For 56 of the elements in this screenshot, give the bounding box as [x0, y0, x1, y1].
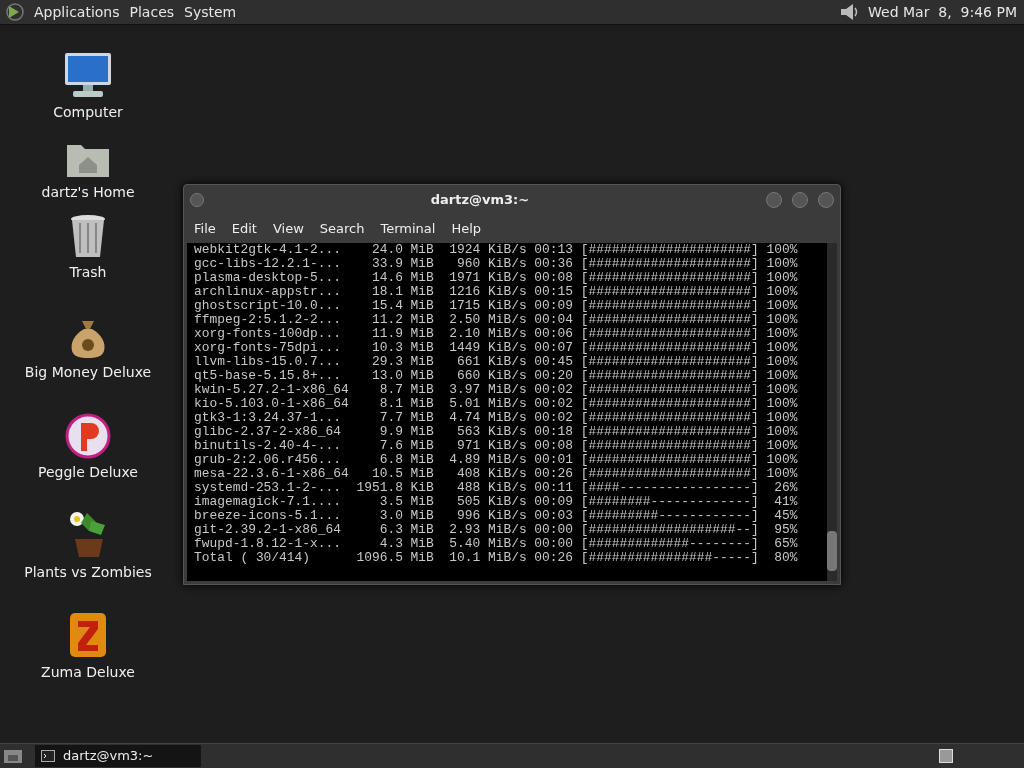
desktop-icon-label[interactable]: Computer — [53, 102, 123, 123]
terminal-line: ghostscript-10.0... 15.4 MiB 1715 KiB/s 00:09 [#####################] 100% — [194, 299, 799, 313]
terminal-line: webkit2gtk-4.1-2... 24.0 MiB 1924 KiB/s 00:13 [#####################] 100% — [194, 243, 799, 257]
terminal-line: grub-2:2.06.r456... 6.8 MiB 4.89 MiB/s 00:01 [#####################] 100% — [194, 453, 799, 467]
logo-icon — [4, 2, 26, 22]
terminal-line: gtk3-1:3.24.37-1... 7.7 MiB 4.74 MiB/s 00:02 [#####################] 100% — [194, 411, 799, 425]
window-title: dartz@vm3:~ — [429, 191, 531, 210]
panel-menu[interactable]: Applications — [30, 1, 124, 23]
window-menu-button[interactable] — [190, 193, 204, 207]
menu-item[interactable]: File — [189, 219, 221, 239]
desktop-icon-label[interactable]: Peggle Deluxe — [38, 462, 138, 483]
terminal-line: fwupd-1.8.12-1-x... 4.3 MiB 5.40 MiB/s 00:00 [#############--------] 65% — [194, 537, 799, 551]
maximize-button[interactable] — [792, 192, 808, 208]
show-desktop-icon[interactable] — [3, 748, 23, 764]
scrollbar[interactable] — [827, 243, 837, 581]
terminal-icon — [41, 750, 55, 762]
terminal-line: qt5-base-5.15.8+... 13.0 MiB 660 KiB/s 00:20 [#####################] 100% — [194, 369, 799, 383]
terminal-line: xorg-fonts-100dp... 11.9 MiB 2.10 MiB/s 00:06 [#####################] 100% — [194, 327, 799, 341]
workspace-switcher[interactable] — [939, 749, 953, 763]
clock[interactable]: Wed Mar 8, 9:46 PM — [868, 1, 1017, 23]
terminal-line: systemd-253.1-2-... 1951.8 KiB 488 KiB/s 00:11 [####-----------------] 26% — [194, 481, 799, 495]
close-button[interactable] — [818, 192, 834, 208]
terminal-line: llvm-libs-15.0.7... 29.3 MiB 661 KiB/s 00:45 [#####################] 100% — [194, 355, 799, 369]
desktop-icon-label[interactable]: Zuma Deluxe — [41, 662, 135, 683]
menu-item[interactable]: Edit — [226, 219, 262, 239]
desktop-icon-label[interactable]: Big Money Deluxe — [24, 362, 152, 383]
minimize-button[interactable] — [766, 192, 782, 208]
menu-item[interactable]: Terminal — [375, 219, 441, 239]
terminal-line: archlinux-appstr... 18.1 MiB 1216 KiB/s 00:15 [#####################] 100% — [194, 285, 799, 299]
desktop-icon-label[interactable]: dartz's Home — [41, 182, 135, 203]
desktop-icon-label[interactable]: Plants vs Zombies — [24, 562, 152, 583]
menu-item[interactable]: Search — [314, 219, 370, 239]
stone-block-icon — [68, 611, 108, 659]
terminal-line: breeze-icons-5.1... 3.0 MiB 996 KiB/s 00:03 [#########------------] 45% — [194, 509, 799, 523]
terminal-line: glibc-2.37-2-x86_64 9.9 MiB 563 KiB/s 00:18 [#####################] 100% — [194, 425, 799, 439]
taskbar-button[interactable]: dartz@vm3:~ — [35, 745, 201, 767]
terminal-line: Total ( 30/414) 1096.5 MiB 10.1 MiB/s 00:26 [################-----] 80% — [194, 551, 799, 565]
terminal-line: ffmpeg-2:5.1.2-2... 11.2 MiB 2.50 MiB/s 00:04 [#####################] 100% — [194, 313, 799, 327]
terminal-line: git-2.39.2-1-x86_64 6.3 MiB 2.93 MiB/s 00:00 [###################--] 95% — [194, 523, 799, 537]
terminal-line: imagemagick-7.1.... 3.5 MiB 505 KiB/s 00:09 [########-------------] 41% — [194, 495, 799, 509]
terminal-line: kwin-5.27.2-1-x86_64 8.7 MiB 3.97 MiB/s 00:02 [#####################] 100% — [194, 383, 799, 397]
terminal-line: gcc-libs-12.2.1-... 33.9 MiB 960 KiB/s 00:36 [#####################] 100% — [194, 257, 799, 271]
scrollbar-thumb[interactable] — [827, 531, 837, 571]
terminal-line: xorg-fonts-75dpi... 10.3 MiB 1449 KiB/s 00:07 [#####################] 100% — [194, 341, 799, 355]
ball-icon — [65, 413, 111, 459]
panel-menu[interactable]: System — [180, 1, 241, 23]
terminal-line: kio-5.103.0-1-x86_64 8.1 MiB 5.01 MiB/s 00:02 [#####################] 100% — [194, 397, 799, 411]
terminal-line: binutils-2.40-4-... 7.6 MiB 971 KiB/s 00:08 [#####################] 100% — [194, 439, 799, 453]
panel-menu[interactable]: Places — [125, 1, 179, 23]
terminal-line: mesa-22.3.6-1-x86_64 10.5 MiB 408 KiB/s 00:26 [#####################] 100% — [194, 467, 799, 481]
monitor-icon — [63, 51, 113, 99]
trash-icon — [69, 213, 107, 259]
menu-item[interactable]: Help — [446, 219, 487, 239]
menu-item[interactable]: View — [267, 219, 309, 239]
desktop-icon-label[interactable]: Trash — [69, 262, 107, 283]
terminal-line: plasma-desktop-5... 14.6 MiB 1971 KiB/s 00:08 [#####################] 100% — [194, 271, 799, 285]
